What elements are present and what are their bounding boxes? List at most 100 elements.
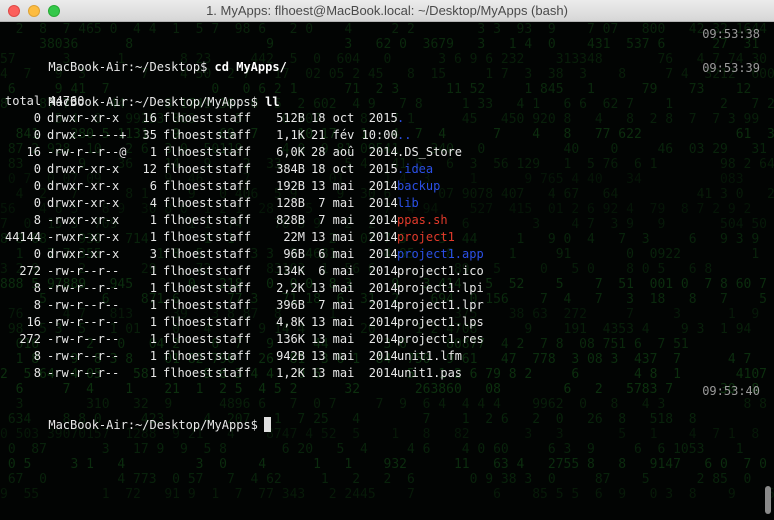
link-count: 16 bbox=[142, 111, 157, 125]
file-size: 134K bbox=[276, 264, 305, 278]
group: staff bbox=[215, 264, 252, 278]
timestamp: 09:53:39 bbox=[702, 61, 760, 75]
file-name: project1.res bbox=[397, 332, 484, 346]
command-line: MacBook-Air:~/Desktop/MyApps$ ll bbox=[5, 77, 760, 109]
modified-date: 6 mai 2014 bbox=[311, 247, 398, 261]
owner: flhoest bbox=[163, 128, 214, 142]
permissions: -rw-r--r-- bbox=[47, 366, 120, 380]
modified-date: 7 mai 2014 bbox=[311, 298, 398, 312]
link-count: 12 bbox=[142, 162, 157, 176]
file-name: .. bbox=[397, 128, 412, 142]
file-size: 942B bbox=[276, 349, 305, 363]
file-name: lib bbox=[397, 196, 419, 210]
file-size: 1,2K bbox=[276, 366, 305, 380]
group: staff bbox=[215, 196, 252, 210]
owner: flhoest bbox=[163, 111, 214, 125]
file-name: unit1.pas bbox=[397, 366, 463, 380]
block-count: 8 bbox=[33, 281, 41, 295]
block-count: 16 bbox=[26, 145, 41, 159]
listing-total: total 44760 bbox=[5, 94, 85, 108]
block-count: 44144 bbox=[5, 230, 42, 244]
owner: flhoest bbox=[163, 213, 214, 227]
permissions: -rw-r--r-- bbox=[47, 298, 120, 312]
group: staff bbox=[215, 145, 252, 159]
group: staff bbox=[215, 315, 252, 329]
group: staff bbox=[215, 162, 252, 176]
owner: flhoest bbox=[163, 281, 214, 295]
command-line: MacBook-Air:~/Desktop$ cd MyApps/ bbox=[5, 42, 760, 74]
timestamp: 09:53:40 bbox=[702, 384, 760, 398]
file-name: .idea bbox=[397, 162, 434, 176]
link-count: 35 bbox=[142, 128, 157, 142]
permissions: drwxr-xr-x bbox=[47, 179, 120, 193]
file-name: project1.app bbox=[397, 247, 484, 261]
file-size: 136K bbox=[276, 332, 305, 346]
owner: flhoest bbox=[163, 332, 214, 346]
permissions: -rw-r--r-- bbox=[47, 315, 120, 329]
owner: flhoest bbox=[163, 264, 214, 278]
file-size: 192B bbox=[276, 179, 305, 193]
link-count: 1 bbox=[149, 264, 157, 278]
title-bar[interactable]: 1. MyApps: flhoest@MacBook.local: ~/Desk… bbox=[0, 0, 774, 22]
link-count: 1 bbox=[149, 349, 157, 363]
owner: flhoest bbox=[163, 366, 214, 380]
modified-date: 28 aoû 2014 bbox=[311, 145, 398, 159]
link-count: 1 bbox=[149, 230, 157, 244]
modified-date: 7 mai 2014 bbox=[311, 196, 398, 210]
block-count: 0 bbox=[33, 179, 41, 193]
scrollbar[interactable] bbox=[765, 486, 771, 514]
owner: flhoest bbox=[163, 196, 214, 210]
text-cursor bbox=[263, 417, 271, 432]
group: staff bbox=[215, 213, 252, 227]
link-count: 3 bbox=[149, 247, 157, 261]
permissions: drwxr-xr-x bbox=[47, 196, 120, 210]
permissions: drwxr-xr-x bbox=[47, 111, 120, 125]
link-count: 1 bbox=[149, 213, 157, 227]
block-count: 8 bbox=[33, 366, 41, 380]
owner: flhoest bbox=[163, 298, 214, 312]
command-line[interactable]: MacBook-Air:~/Desktop/MyApps$ bbox=[5, 400, 760, 432]
block-count: 272 bbox=[19, 264, 41, 278]
block-count: 0 bbox=[33, 247, 41, 261]
block-count: 0 bbox=[33, 196, 41, 210]
modified-date: 13 mai 2014 bbox=[311, 349, 398, 363]
file-name: project1.lpr bbox=[397, 298, 484, 312]
window-title: 1. MyApps: flhoest@MacBook.local: ~/Desk… bbox=[206, 3, 568, 18]
separator-line: ----------------------------------------… bbox=[5, 26, 760, 43]
group: staff bbox=[215, 332, 252, 346]
owner: flhoest bbox=[163, 179, 214, 193]
file-name: project1 bbox=[397, 230, 455, 244]
file-size: 2,2K bbox=[276, 281, 305, 295]
file-size: 396B bbox=[276, 298, 305, 312]
group: staff bbox=[215, 111, 252, 125]
permissions: -rwxr-xr-x bbox=[47, 213, 120, 227]
terminal-content[interactable]: ----------------------------------------… bbox=[5, 22, 760, 520]
file-name: backup bbox=[397, 179, 441, 193]
file-name: project1.lpi bbox=[397, 281, 484, 295]
block-count: 8 bbox=[33, 213, 41, 227]
modified-date: 6 mai 2014 bbox=[311, 264, 398, 278]
link-count: 1 bbox=[149, 298, 157, 312]
owner: flhoest bbox=[163, 247, 214, 261]
permissions: -rw-r--r-- bbox=[47, 264, 120, 278]
link-count: 1 bbox=[149, 281, 157, 295]
permissions: -rw-r--r-- bbox=[47, 281, 120, 295]
file-name: ppas.sh bbox=[397, 213, 448, 227]
owner: flhoest bbox=[163, 162, 214, 176]
modified-date: 13 mai 2014 bbox=[311, 230, 398, 244]
group: staff bbox=[215, 128, 252, 142]
file-size: 512B bbox=[276, 111, 305, 125]
owner: flhoest bbox=[163, 230, 214, 244]
permissions: -rw-r--r--@ bbox=[47, 145, 127, 159]
modified-date: 21 fév 10:00 bbox=[311, 128, 398, 142]
group: staff bbox=[215, 179, 252, 193]
link-count: 4 bbox=[149, 196, 157, 210]
group: staff bbox=[215, 247, 252, 261]
block-count: 8 bbox=[33, 298, 41, 312]
permissions: drwxr-xr-x bbox=[47, 162, 120, 176]
owner: flhoest bbox=[163, 349, 214, 363]
file-size: 96B bbox=[283, 247, 305, 261]
file-name: .DS_Store bbox=[397, 145, 463, 159]
modified-date: 13 mai 2014 bbox=[311, 315, 398, 329]
block-count: 0 bbox=[33, 128, 41, 142]
